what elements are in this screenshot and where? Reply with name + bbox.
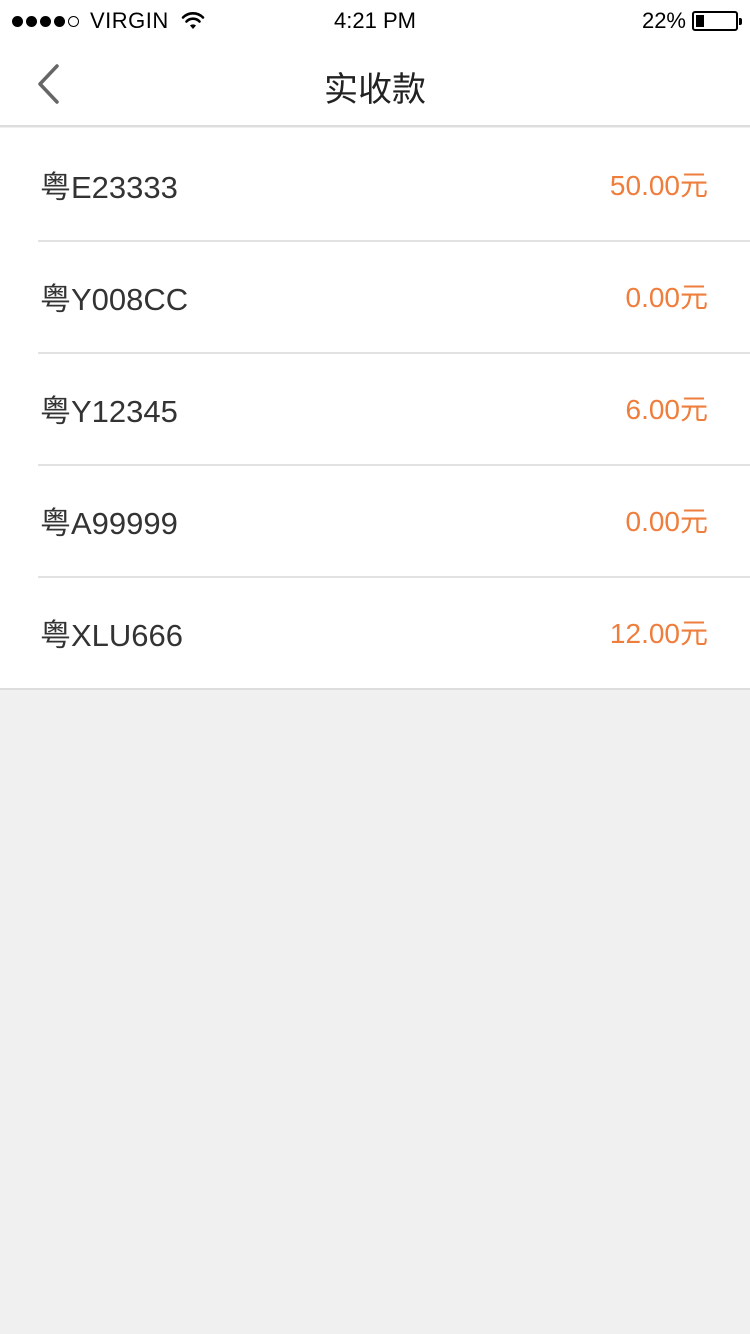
amount: 6.00元	[625, 394, 709, 425]
plate-number: 粤XLU666	[40, 617, 184, 653]
battery-icon	[692, 11, 742, 31]
amount: 50.00元	[609, 170, 708, 201]
battery-percent: 22%	[641, 8, 686, 33]
plate-number: 粤E23333	[40, 169, 178, 205]
list-item[interactable]: 粤Y008CC 0.00元	[0, 240, 750, 352]
payment-list: 粤E23333 50.00元 粤Y008CC 0.00元 粤Y12345 6.0…	[0, 128, 750, 690]
list-item[interactable]: 粤E23333 50.00元	[0, 128, 750, 240]
list-item[interactable]: 粤XLU666 12.00元	[0, 576, 750, 688]
status-time: 4:21 PM	[334, 8, 416, 33]
plate-number: 粤Y008CC	[40, 281, 189, 317]
status-right: 22%	[641, 8, 742, 34]
battery-level-fill	[696, 15, 704, 27]
plate-number: 粤Y12345	[40, 393, 178, 429]
amount: 0.00元	[625, 506, 709, 537]
page-title: 实收款	[324, 71, 426, 109]
list-item[interactable]: 粤A99999 0.00元	[0, 464, 750, 576]
screen: VIRGIN 4:21 PM 22% 实收款 粤E23333 50.00元 粤Y…	[0, 0, 750, 1334]
amount: 0.00元	[625, 282, 709, 313]
amount: 12.00元	[609, 618, 708, 649]
status-bar: VIRGIN 4:21 PM 22%	[0, 0, 750, 40]
plate-number: 粤A99999	[40, 505, 178, 541]
navigation-bar: 实收款	[0, 40, 750, 127]
list-item[interactable]: 粤Y12345 6.00元	[0, 352, 750, 464]
